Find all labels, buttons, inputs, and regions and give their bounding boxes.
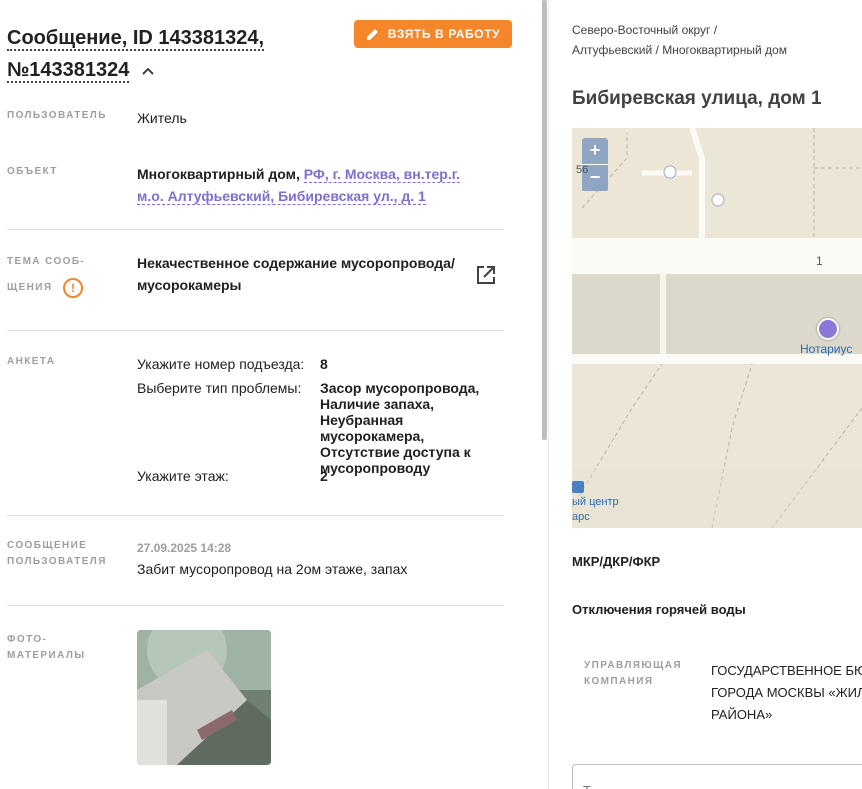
user-label: ПОЛЬЗОВАТЕЛЬ bbox=[7, 110, 107, 121]
management-company-line: ГОРОДА МОСКВЫ «ЖИЛ bbox=[711, 685, 862, 700]
object-type: Многоквартирный дом, bbox=[137, 166, 300, 182]
comment-textarea[interactable]: Т bbox=[572, 764, 862, 789]
take-button-label: ВЗЯТЬ В РАБОТУ bbox=[387, 27, 501, 41]
message-label: СООБЩЕНИЕ ПОЛЬЗОВАТЕЛЯ bbox=[7, 540, 107, 567]
breadcrumb-line1[interactable]: Северо-Восточный округ / bbox=[572, 20, 787, 40]
divider bbox=[7, 330, 504, 331]
survey-question: Выберите тип проблемы: bbox=[137, 380, 302, 396]
photo-image bbox=[137, 630, 271, 765]
page-title: Сообщение, ID 143381324, №143381324 bbox=[7, 22, 327, 86]
title-text[interactable]: Сообщение, ID 143381324, №143381324 bbox=[7, 27, 265, 83]
textarea-placeholder: Т bbox=[583, 783, 591, 789]
section-hot-water[interactable]: Отключения горячей воды bbox=[572, 602, 746, 617]
take-to-work-button[interactable]: ВЗЯТЬ В РАБОТУ bbox=[354, 20, 512, 48]
survey-question: Укажите этаж: bbox=[137, 468, 229, 484]
survey-label: АНКЕТА bbox=[7, 356, 56, 367]
management-company-label: УПРАВЛЯЮЩАЯ КОМПАНИЯ bbox=[584, 660, 682, 687]
survey-answer: Засор мусоропровода, Наличие запаха, Неу… bbox=[320, 380, 480, 476]
breadcrumb: Северо-Восточный округ / Алтуфьевский / … bbox=[572, 20, 787, 60]
map-poi-label[interactable]: Нотариус bbox=[800, 342, 852, 356]
message-panel: Сообщение, ID 143381324, №143381324 ВЗЯТ… bbox=[0, 0, 540, 789]
topic-label-line1: ТЕМА СООБ- bbox=[7, 256, 86, 267]
survey-answer: 8 bbox=[320, 356, 328, 372]
photos-label: ФОТО-МАТЕРИАЛЫ bbox=[7, 634, 86, 661]
map-poi-marker[interactable] bbox=[817, 318, 839, 340]
open-external-icon[interactable] bbox=[475, 264, 497, 286]
section-mkr[interactable]: МКР/ДКР/ФКР bbox=[572, 554, 660, 569]
object-panel: Северо-Восточный округ / Алтуфьевский / … bbox=[549, 0, 862, 789]
divider bbox=[7, 229, 504, 230]
management-company-line: РАЙОНА» bbox=[711, 707, 773, 722]
message-date: 27.09.2025 14:28 bbox=[137, 541, 232, 555]
message-text: Забит мусоропровод на 2ом этаже, запах bbox=[137, 561, 408, 577]
management-company-line: ГОСУДАРСТВЕННОЕ БЮ bbox=[711, 663, 862, 678]
topic-value: Некачественное содержание мусоропровода/… bbox=[137, 255, 455, 293]
object-value: Многоквартирный дом, РФ, г. Москва, вн.т… bbox=[137, 163, 487, 207]
pencil-icon bbox=[366, 29, 378, 40]
survey-question: Укажите номер подъезда: bbox=[137, 356, 305, 372]
warning-icon: ! bbox=[63, 278, 83, 298]
chevron-up-icon[interactable] bbox=[141, 64, 155, 78]
map-number-label: 56 bbox=[576, 164, 589, 176]
map-corner-label-1: ый центр bbox=[572, 496, 619, 508]
map-house-number: 1 bbox=[816, 254, 823, 268]
map[interactable]: + − 56 1 Нотариус ый центр арс bbox=[572, 128, 862, 528]
user-value: Житель bbox=[137, 110, 187, 126]
map-corner-label-2: арс bbox=[572, 511, 590, 523]
survey-answer: 2 bbox=[320, 468, 328, 484]
zoom-in-button[interactable]: + bbox=[582, 138, 608, 164]
divider bbox=[7, 605, 504, 606]
object-label: ОБЪЕКТ bbox=[7, 166, 58, 177]
scrollbar[interactable] bbox=[542, 0, 547, 440]
object-address-title: Бибиревская улица, дом 1 bbox=[572, 88, 822, 109]
divider bbox=[7, 515, 504, 516]
breadcrumb-line2[interactable]: Алтуфьевский / Многоквартирный дом bbox=[572, 40, 787, 60]
photo-thumbnail[interactable] bbox=[137, 630, 271, 765]
management-company-value: ГОСУДАРСТВЕННОЕ БЮ ГОРОДА МОСКВЫ «ЖИЛ РА… bbox=[711, 660, 862, 726]
